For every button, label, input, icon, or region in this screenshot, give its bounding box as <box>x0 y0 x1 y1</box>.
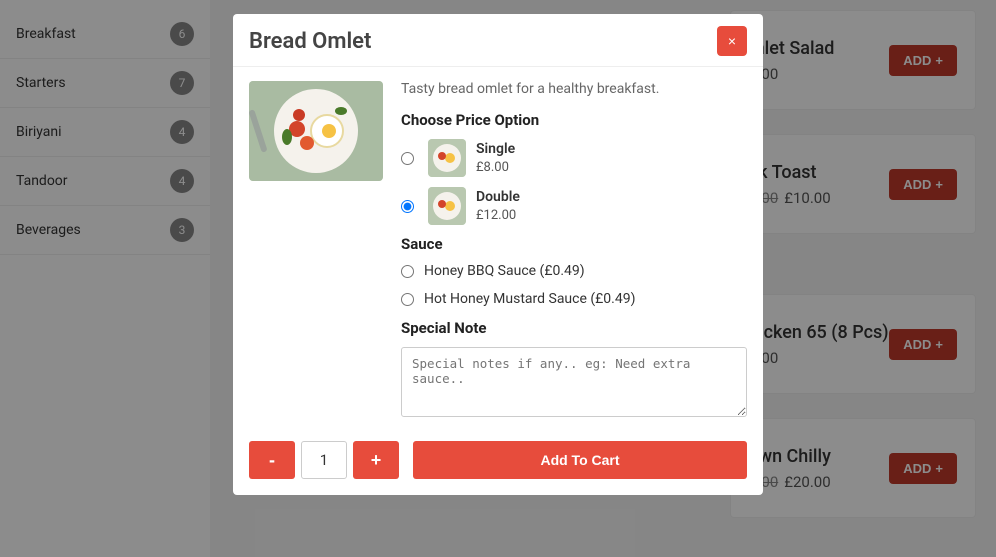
quantity-stepper: - 1 + <box>249 441 399 479</box>
sauce-option-honey-bbq[interactable]: Honey BBQ Sauce (£0.49) <box>401 263 747 279</box>
price-option-double[interactable]: Double £12.00 <box>401 187 747 225</box>
sauce-radio[interactable] <box>401 265 414 278</box>
food-image-icon <box>249 81 383 181</box>
product-description: Tasty bread omlet for a healthy breakfas… <box>401 81 747 97</box>
sauce-option-hot-honey-mustard[interactable]: Hot Honey Mustard Sauce (£0.49) <box>401 291 747 307</box>
price-option-heading: Choose Price Option <box>401 111 747 129</box>
modal-overlay[interactable]: Bread Omlet × <box>0 0 996 557</box>
sauce-label: Hot Honey Mustard Sauce (£0.49) <box>424 291 635 307</box>
price-option-single[interactable]: Single £8.00 <box>401 139 747 177</box>
option-label: Double <box>476 189 520 205</box>
product-image <box>249 81 383 181</box>
modal-details: Tasty bread omlet for a healthy breakfas… <box>401 81 747 421</box>
option-label: Single <box>476 141 515 157</box>
quantity-value: 1 <box>301 441 347 479</box>
special-note-textarea[interactable] <box>401 347 747 417</box>
quantity-decrement-button[interactable]: - <box>249 441 295 479</box>
item-options-modal: Bread Omlet × <box>233 14 763 495</box>
price-option-radio[interactable] <box>401 152 414 165</box>
option-thumbnail <box>428 187 466 225</box>
add-to-cart-button[interactable]: Add To Cart <box>413 441 747 479</box>
close-icon: × <box>728 33 736 49</box>
close-button[interactable]: × <box>717 26 747 56</box>
special-note-heading: Special Note <box>401 319 747 337</box>
option-price: £12.00 <box>476 208 520 223</box>
quantity-increment-button[interactable]: + <box>353 441 399 479</box>
modal-footer: - 1 + Add To Cart <box>233 427 763 495</box>
modal-body: Tasty bread omlet for a healthy breakfas… <box>233 67 763 427</box>
option-price: £8.00 <box>476 160 515 175</box>
price-option-radio[interactable] <box>401 200 414 213</box>
sauce-label: Honey BBQ Sauce (£0.49) <box>424 263 585 279</box>
sauce-radio[interactable] <box>401 293 414 306</box>
option-thumbnail <box>428 139 466 177</box>
sauce-heading: Sauce <box>401 235 747 253</box>
modal-header: Bread Omlet × <box>233 14 763 67</box>
modal-title: Bread Omlet <box>249 29 371 54</box>
special-note-field <box>401 347 747 421</box>
